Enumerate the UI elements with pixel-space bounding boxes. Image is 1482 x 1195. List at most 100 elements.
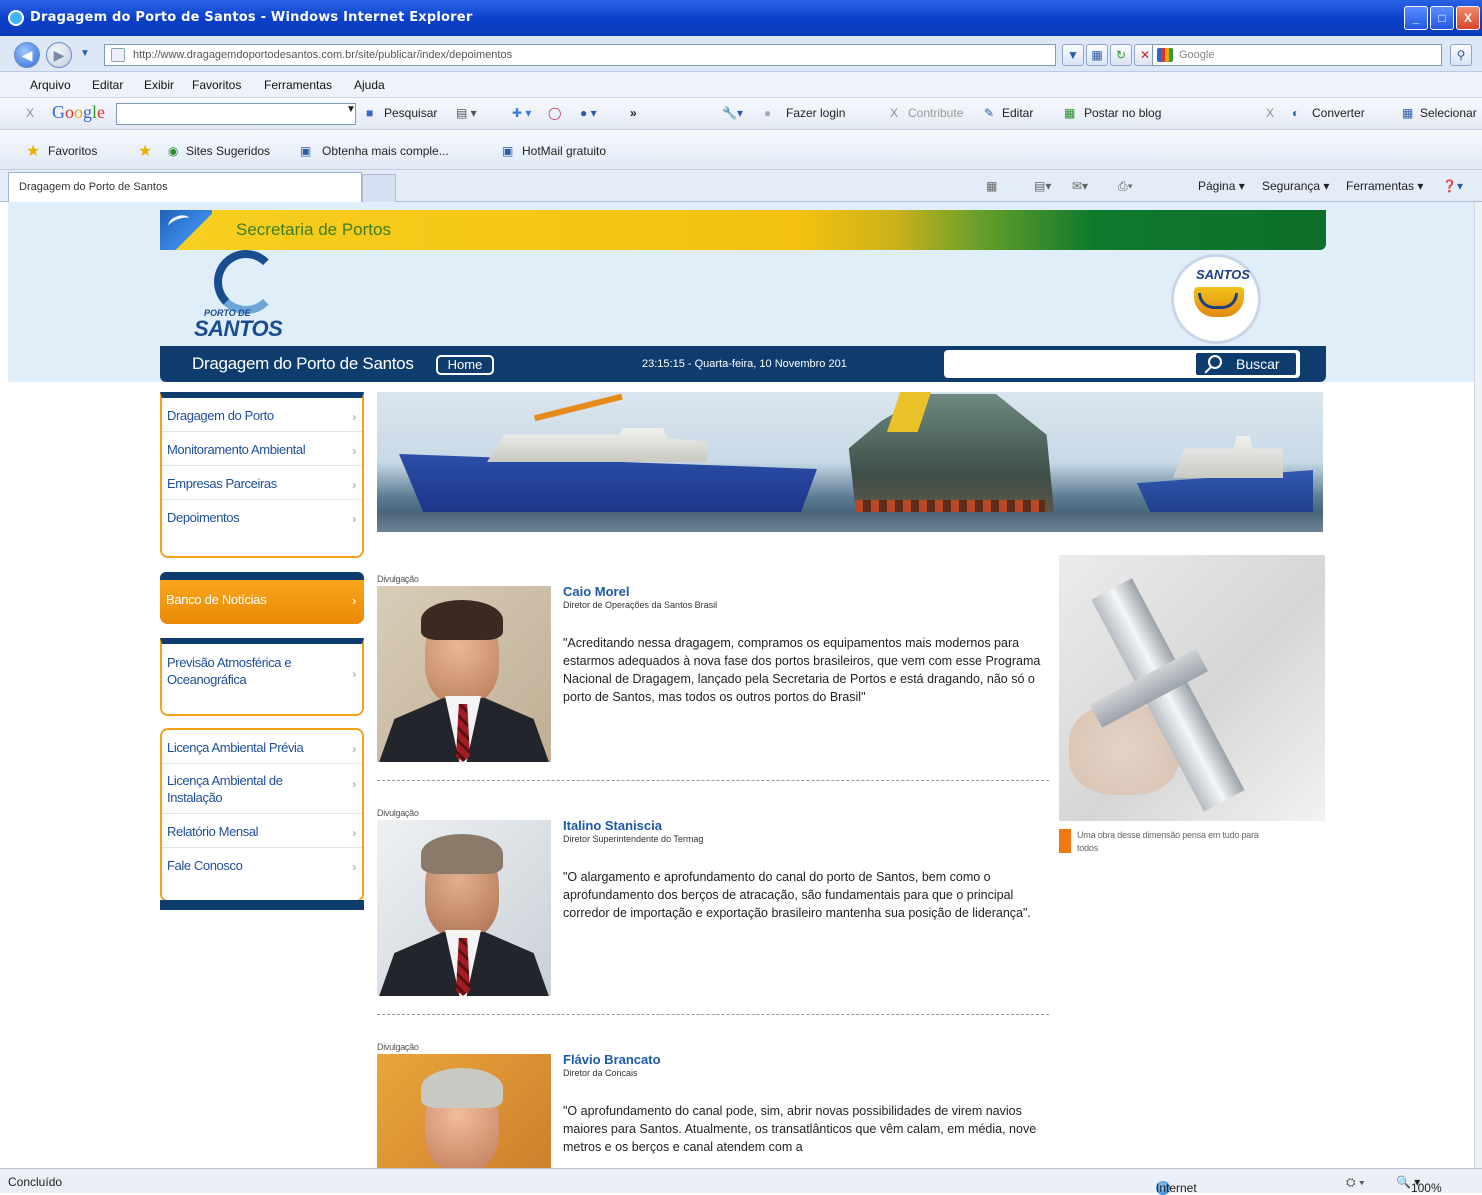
select-icon: ▦ bbox=[1402, 106, 1414, 120]
testimonial-photo bbox=[377, 1054, 551, 1168]
add-favorite-icon[interactable]: ★ bbox=[138, 141, 152, 161]
hotmail-link[interactable]: HotMail gratuito bbox=[522, 144, 606, 158]
protected-mode-icon[interactable]: ⛭ ▾ bbox=[1346, 1175, 1365, 1190]
menu-ferramentas[interactable]: Ferramentas bbox=[264, 78, 332, 92]
favorites-bar: ★ Favoritos ★ ◉ Sites Sugeridos ▣ Obtenh… bbox=[0, 130, 1482, 170]
convert-close-button[interactable]: X bbox=[1266, 106, 1274, 120]
address-input[interactable]: http://www.dragagemdoportodesantos.com.b… bbox=[104, 44, 1056, 66]
home-icon[interactable]: ▦ bbox=[986, 179, 997, 193]
window-title: Dragagem do Porto de Santos - Windows In… bbox=[30, 10, 473, 25]
menu-exibir[interactable]: Exibir bbox=[144, 78, 174, 92]
toolbar-plus-icon[interactable]: ✚ ▾ bbox=[512, 106, 531, 120]
testimonial-role: Diretor de Operações da Santos Brasil bbox=[563, 600, 718, 610]
sidebar-item-relatorio[interactable]: Relatório Mensal › bbox=[162, 814, 362, 848]
edit-icon: ✎ bbox=[984, 106, 995, 120]
wrench-icon[interactable]: 🔧▾ bbox=[722, 106, 743, 120]
menu-arquivo[interactable]: Arquivo bbox=[30, 78, 71, 92]
menu-favoritos[interactable]: Favoritos bbox=[192, 78, 241, 92]
select-button[interactable]: Selecionar bbox=[1420, 106, 1477, 120]
google-search-dropdown-icon[interactable]: ▼ bbox=[346, 104, 356, 115]
testimonial-item: Divulgação Caio Morel Diretor de Operaçõ… bbox=[377, 574, 1049, 784]
google-search-icon: ■ bbox=[366, 106, 374, 120]
status-bar: Concluído Internet ⛭ ▾ 🔍 100% ▾ bbox=[0, 1168, 1482, 1195]
history-dropdown-icon[interactable]: ▼ bbox=[80, 48, 90, 59]
minimize-button[interactable]: _ bbox=[1404, 6, 1428, 30]
google-logo: Google bbox=[52, 102, 106, 122]
ie-app-icon bbox=[8, 10, 24, 26]
security-menu[interactable]: Segurança ▾ bbox=[1262, 179, 1329, 193]
search-input[interactable]: Google bbox=[1152, 44, 1442, 66]
print-icon[interactable]: ⎙▾ bbox=[1118, 179, 1133, 194]
search-placeholder: Google bbox=[1179, 49, 1215, 61]
forward-button[interactable]: ▶ bbox=[46, 42, 72, 68]
sidebar-item-monitoramento[interactable]: Monitoramento Ambiental › bbox=[162, 432, 362, 466]
login-button[interactable]: Fazer login bbox=[786, 106, 845, 120]
compatibility-view-icon[interactable]: ▦ bbox=[1086, 44, 1108, 66]
testimonial-quote: "O alargamento e aprofundamento do canal… bbox=[563, 870, 1031, 920]
help-icon[interactable]: ❓▾ bbox=[1442, 179, 1463, 193]
sidebar-item-fale-conosco[interactable]: Fale Conosco › bbox=[162, 848, 362, 882]
testimonial-name[interactable]: Caio Morel bbox=[563, 584, 629, 599]
sidebar-item-empresas[interactable]: Empresas Parceiras › bbox=[162, 466, 362, 500]
google-toolbar-search-input[interactable] bbox=[116, 103, 356, 125]
toolbar-chat-icon[interactable]: ● ▾ bbox=[580, 106, 597, 120]
chevron-right-icon: › bbox=[352, 777, 356, 791]
sidebar-menu-documents: Licença Ambiental Prévia › Licença Ambien… bbox=[160, 728, 364, 902]
photo-credit: Divulgação bbox=[377, 1042, 419, 1052]
testimonial-name[interactable]: Flávio Brancato bbox=[563, 1052, 661, 1067]
toolbar-page-icon[interactable]: ▤ ▾ bbox=[456, 106, 477, 120]
google-search-button[interactable]: Pesquisar bbox=[384, 106, 437, 120]
tab-dragagem[interactable]: Dragagem do Porto de Santos bbox=[8, 172, 362, 202]
zoom-level[interactable]: 🔍 100% ▾ bbox=[1396, 1175, 1442, 1195]
sidebar-item-banco-noticias[interactable]: Banco de Notícias › bbox=[160, 572, 364, 624]
sidebar-footer-bar bbox=[160, 900, 364, 910]
suggested-sites-link[interactable]: Sites Sugeridos bbox=[186, 144, 270, 158]
blog-icon: ▦ bbox=[1064, 106, 1076, 120]
window-title-bar: Dragagem do Porto de Santos - Windows In… bbox=[0, 0, 1482, 36]
porto-swirl-icon bbox=[214, 250, 278, 314]
contribute-close-button[interactable]: X bbox=[890, 106, 898, 120]
close-button[interactable]: X bbox=[1456, 6, 1480, 30]
menu-editar[interactable]: Editar bbox=[92, 78, 123, 92]
chevron-right-icon: › bbox=[352, 860, 356, 874]
convert-icon: ◐ bbox=[1292, 106, 1300, 120]
sidebar-item-licenca-previa[interactable]: Licença Ambiental Prévia › bbox=[162, 730, 362, 764]
back-button[interactable]: ◀ bbox=[14, 42, 40, 68]
toolbar-more-button[interactable]: » bbox=[630, 106, 637, 120]
address-bar-row: ◀ ▶ ▼ http://www.dragagemdoportodesantos… bbox=[0, 36, 1482, 72]
favorites-button[interactable]: Favoritos bbox=[48, 144, 97, 158]
buscar-button[interactable]: Buscar bbox=[1194, 351, 1298, 377]
get-more-addons-link[interactable]: Obtenha mais comple... bbox=[322, 144, 449, 158]
page-menu[interactable]: Página ▾ bbox=[1198, 179, 1245, 193]
testimonial-name[interactable]: Italino Staniscia bbox=[563, 818, 662, 833]
refresh-icon[interactable]: ↻ bbox=[1110, 44, 1132, 66]
google-toolbar-close-button[interactable]: X bbox=[26, 106, 34, 120]
contribute-button[interactable]: Contribute bbox=[908, 106, 963, 120]
sidebar-item-depoimentos[interactable]: Depoimentos › bbox=[162, 500, 362, 534]
vertical-scrollbar[interactable] bbox=[1474, 202, 1482, 1168]
convert-button[interactable]: Converter bbox=[1312, 106, 1365, 120]
toolbar-circle-icon[interactable]: ◯ bbox=[548, 106, 561, 120]
santos-seal-logo: SANTOS bbox=[1171, 254, 1261, 344]
address-dropdown-icon[interactable]: ▼ bbox=[1062, 44, 1084, 66]
tab-bar: Dragagem do Porto de Santos ▦ ▤▾ ✉▾ ⎙▾ P… bbox=[0, 170, 1482, 202]
sidebar-item-dragagem[interactable]: Dragagem do Porto › bbox=[162, 398, 362, 432]
sidebar-item-previsao[interactable]: Previsão Atmosférica e Oceanográfica › bbox=[162, 644, 362, 696]
google-toolbar: X Google ▼ ■ Pesquisar ▤ ▾ ✚ ▾ ◯ ● ▾ » 🔧… bbox=[0, 98, 1482, 130]
testimonial-item: Divulgação Italino Staniscia Diretor Sup… bbox=[377, 808, 1049, 1018]
maximize-button[interactable]: □ bbox=[1430, 6, 1454, 30]
sidebar-item-licenca-instalacao[interactable]: Licença Ambiental de Instalação › bbox=[162, 764, 362, 814]
feeds-icon[interactable]: ▤▾ bbox=[1034, 179, 1051, 193]
mail-icon[interactable]: ✉▾ bbox=[1072, 179, 1088, 193]
search-go-icon[interactable]: ⚲ bbox=[1450, 44, 1472, 66]
porto-de-santos-logo[interactable]: PORTO DE SANTOS bbox=[194, 250, 298, 344]
menu-ajuda[interactable]: Ajuda bbox=[354, 78, 385, 92]
new-tab-button[interactable] bbox=[362, 174, 396, 202]
testimonial-quote: "O aprofundamento do canal pode, sim, ab… bbox=[563, 1104, 1037, 1154]
favorites-star-icon: ★ bbox=[26, 143, 41, 160]
edit-button[interactable]: Editar bbox=[1002, 106, 1033, 120]
ie-link-icon: ▣ bbox=[300, 144, 312, 158]
tools-menu[interactable]: Ferramentas ▾ bbox=[1346, 179, 1423, 193]
post-blog-button[interactable]: Postar no blog bbox=[1084, 106, 1161, 120]
home-button[interactable]: Home bbox=[436, 355, 494, 375]
